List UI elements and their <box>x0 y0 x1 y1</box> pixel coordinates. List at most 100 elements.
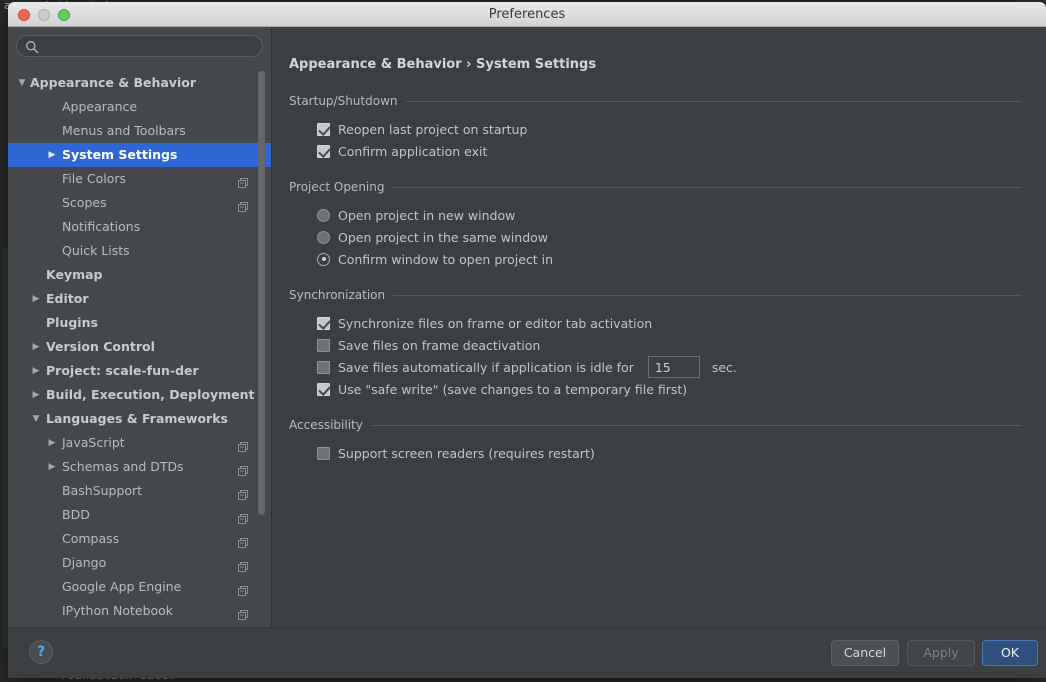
option-label: Save files automatically if application … <box>338 359 634 375</box>
copy-settings-icon[interactable] <box>238 173 249 188</box>
sidebar-item-file-colors[interactable]: File Colors <box>8 167 271 191</box>
option-label: Open project in the same window <box>338 229 549 245</box>
checkbox-synchronize-files-on-frame-or-editor-tab-activat[interactable] <box>317 316 330 330</box>
sidebar-item-system-settings[interactable]: ▶ System Settings <box>8 143 271 167</box>
sidebar-item-label: Build, Execution, Deployment <box>46 387 255 402</box>
checkbox-row-synchronize-files-on-frame-or-editor-tab-activat[interactable]: Synchronize files on frame or editor tab… <box>289 312 1022 334</box>
section-accessibility: Accessibility Support screen readers (req… <box>289 418 1022 464</box>
copy-icon <box>238 442 248 452</box>
checkbox-support-screen-readers-requires-restart[interactable] <box>317 446 330 460</box>
sidebar-item-google-app-engine[interactable]: Google App Engine <box>8 575 271 599</box>
copy-settings-icon[interactable] <box>238 557 249 572</box>
checkbox-reopen-last-project-on-startup[interactable] <box>317 122 330 136</box>
sidebar-item-ipython-notebook[interactable]: IPython Notebook <box>8 599 271 623</box>
chevron-right-icon[interactable]: ▶ <box>30 383 42 407</box>
radio-row-open-project-in-the-same-window[interactable]: Open project in the same window <box>289 226 1022 248</box>
checkbox-row-save-files-automatically-if-application-is-idle-[interactable]: Save files automatically if application … <box>289 356 1022 378</box>
sidebar-item-django[interactable]: Django <box>8 551 271 575</box>
chevron-right-icon[interactable]: ▶ <box>30 287 42 311</box>
settings-tree-rows: ▼ Appearance & Behavior Appearance Menus an… <box>8 71 271 647</box>
sidebar-item-bdd[interactable]: BDD <box>8 503 271 527</box>
copy-icon <box>238 202 248 212</box>
checkbox-row-use-safe-write-save-changes-to-a-temporary-file-[interactable]: Use "safe write" (save changes to a temp… <box>289 378 1022 400</box>
sidebar-item-scopes[interactable]: Scopes <box>8 191 271 215</box>
copy-settings-icon[interactable] <box>238 605 249 620</box>
cancel-button[interactable]: Cancel <box>831 640 899 666</box>
search-field[interactable] <box>16 35 263 57</box>
section-divider <box>392 186 1022 188</box>
checkbox-row-support-screen-readers-requires-restart[interactable]: Support screen readers (requires restart… <box>289 442 1022 464</box>
sidebar-item-build-execution-deployment[interactable]: ▶ Build, Execution, Deployment <box>8 383 271 407</box>
sidebar-item-notifications[interactable]: Notifications <box>8 215 271 239</box>
search-container <box>8 27 271 63</box>
radio-open-project-in-the-same-window[interactable] <box>317 230 330 244</box>
sidebar-scrollbar[interactable] <box>258 71 265 515</box>
copy-settings-icon[interactable] <box>238 485 249 500</box>
checkbox-confirm-application-exit[interactable] <box>317 144 330 158</box>
checkbox-row-save-files-on-frame-deactivation[interactable]: Save files on frame deactivation <box>289 334 1022 356</box>
sidebar-item-plugins[interactable]: Plugins <box>8 311 271 335</box>
dialog-footer: ? Cancel Apply OK <box>8 627 1046 678</box>
option-label: Reopen last project on startup <box>338 121 528 137</box>
checkbox-row-reopen-last-project-on-startup[interactable]: Reopen last project on startup <box>289 118 1022 140</box>
radio-confirm-window-to-open-project-in[interactable] <box>317 252 330 266</box>
section-title: Project Opening <box>289 180 385 194</box>
sidebar-item-label: Editor <box>46 291 89 306</box>
radio-row-open-project-in-new-window[interactable]: Open project in new window <box>289 204 1022 226</box>
radio-row-confirm-window-to-open-project-in[interactable]: Confirm window to open project in <box>289 248 1022 270</box>
sidebar-scrollbar-thumb[interactable] <box>258 71 265 515</box>
ok-button[interactable]: OK <box>982 640 1038 666</box>
option-label: Synchronize files on frame or editor tab… <box>338 315 653 331</box>
checkbox-save-files-on-frame-deactivation[interactable] <box>317 338 330 352</box>
sidebar-item-menus-and-toolbars[interactable]: Menus and Toolbars <box>8 119 271 143</box>
chevron-right-icon[interactable]: ▶ <box>30 335 42 359</box>
copy-settings-icon[interactable] <box>238 197 249 212</box>
help-button[interactable]: ? <box>29 640 53 664</box>
copy-settings-icon[interactable] <box>238 461 249 476</box>
checkbox-use-safe-write-save-changes-to-a-temporary-file-[interactable] <box>317 382 330 396</box>
sidebar-item-label: Quick Lists <box>62 243 130 258</box>
copy-icon <box>238 466 248 476</box>
sidebar-item-label: Version Control <box>46 339 155 354</box>
option-label: Confirm window to open project in <box>338 251 554 267</box>
copy-settings-icon[interactable] <box>238 437 249 452</box>
preferences-window: Preferences ▼ Appearance & Behavior Appear… <box>8 2 1046 678</box>
checkbox-row-confirm-application-exit[interactable]: Confirm application exit <box>289 140 1022 162</box>
radio-open-project-in-new-window[interactable] <box>317 208 330 222</box>
copy-settings-icon[interactable] <box>238 533 249 548</box>
sidebar-item-keymap[interactable]: Keymap <box>8 263 271 287</box>
option-label: Confirm application exit <box>338 143 488 159</box>
sidebar-item-label: Scopes <box>62 195 107 210</box>
sidebar-item-version-control[interactable]: ▶ Version Control <box>8 335 271 359</box>
sidebar-item-label: BashSupport <box>62 483 143 498</box>
settings-tree[interactable]: ▼ Appearance & Behavior Appearance Menus an… <box>8 71 271 652</box>
checkbox-save-files-automatically-if-application-is-idle-[interactable] <box>317 360 330 374</box>
breadcrumb: Appearance & Behavior › System Settings <box>289 57 597 72</box>
sidebar-item-quick-lists[interactable]: Quick Lists <box>8 239 271 263</box>
sidebar-item-compass[interactable]: Compass <box>8 527 271 551</box>
sidebar-item-project-scale-fun-der[interactable]: ▶ Project: scale-fun-der <box>8 359 271 383</box>
chevron-down-icon[interactable]: ▼ <box>16 71 28 95</box>
sidebar-item-appearance-behavior[interactable]: ▼ Appearance & Behavior <box>8 71 271 95</box>
chevron-right-icon[interactable]: ▶ <box>46 431 58 455</box>
sidebar-item-appearance[interactable]: Appearance <box>8 95 271 119</box>
sidebar-item-languages-frameworks[interactable]: ▼ Languages & Frameworks <box>8 407 271 431</box>
section-title: Startup/Shutdown <box>289 94 398 108</box>
sidebar-item-label: Appearance & Behavior <box>30 75 196 90</box>
sidebar-item-label: System Settings <box>62 147 178 162</box>
chevron-down-icon[interactable]: ▼ <box>30 407 42 431</box>
sidebar-item-schemas-and-dtds[interactable]: ▶ Schemas and DTDs <box>8 455 271 479</box>
search-input[interactable] <box>43 36 254 56</box>
chevron-right-icon[interactable]: ▶ <box>46 143 58 167</box>
copy-settings-icon[interactable] <box>238 581 249 596</box>
dialog-body: ▼ Appearance & Behavior Appearance Menus an… <box>8 27 1046 678</box>
apply-button[interactable]: Apply <box>907 640 975 666</box>
idle-seconds-input[interactable] <box>647 356 700 378</box>
copy-settings-icon[interactable] <box>238 509 249 524</box>
settings-sections: Startup/Shutdown Reopen last project on s… <box>289 94 1022 464</box>
chevron-right-icon[interactable]: ▶ <box>46 455 58 479</box>
chevron-right-icon[interactable]: ▶ <box>30 359 42 383</box>
sidebar-item-editor[interactable]: ▶ Editor <box>8 287 271 311</box>
sidebar-item-javascript[interactable]: ▶ JavaScript <box>8 431 271 455</box>
sidebar-item-bashsupport[interactable]: BashSupport <box>8 479 271 503</box>
